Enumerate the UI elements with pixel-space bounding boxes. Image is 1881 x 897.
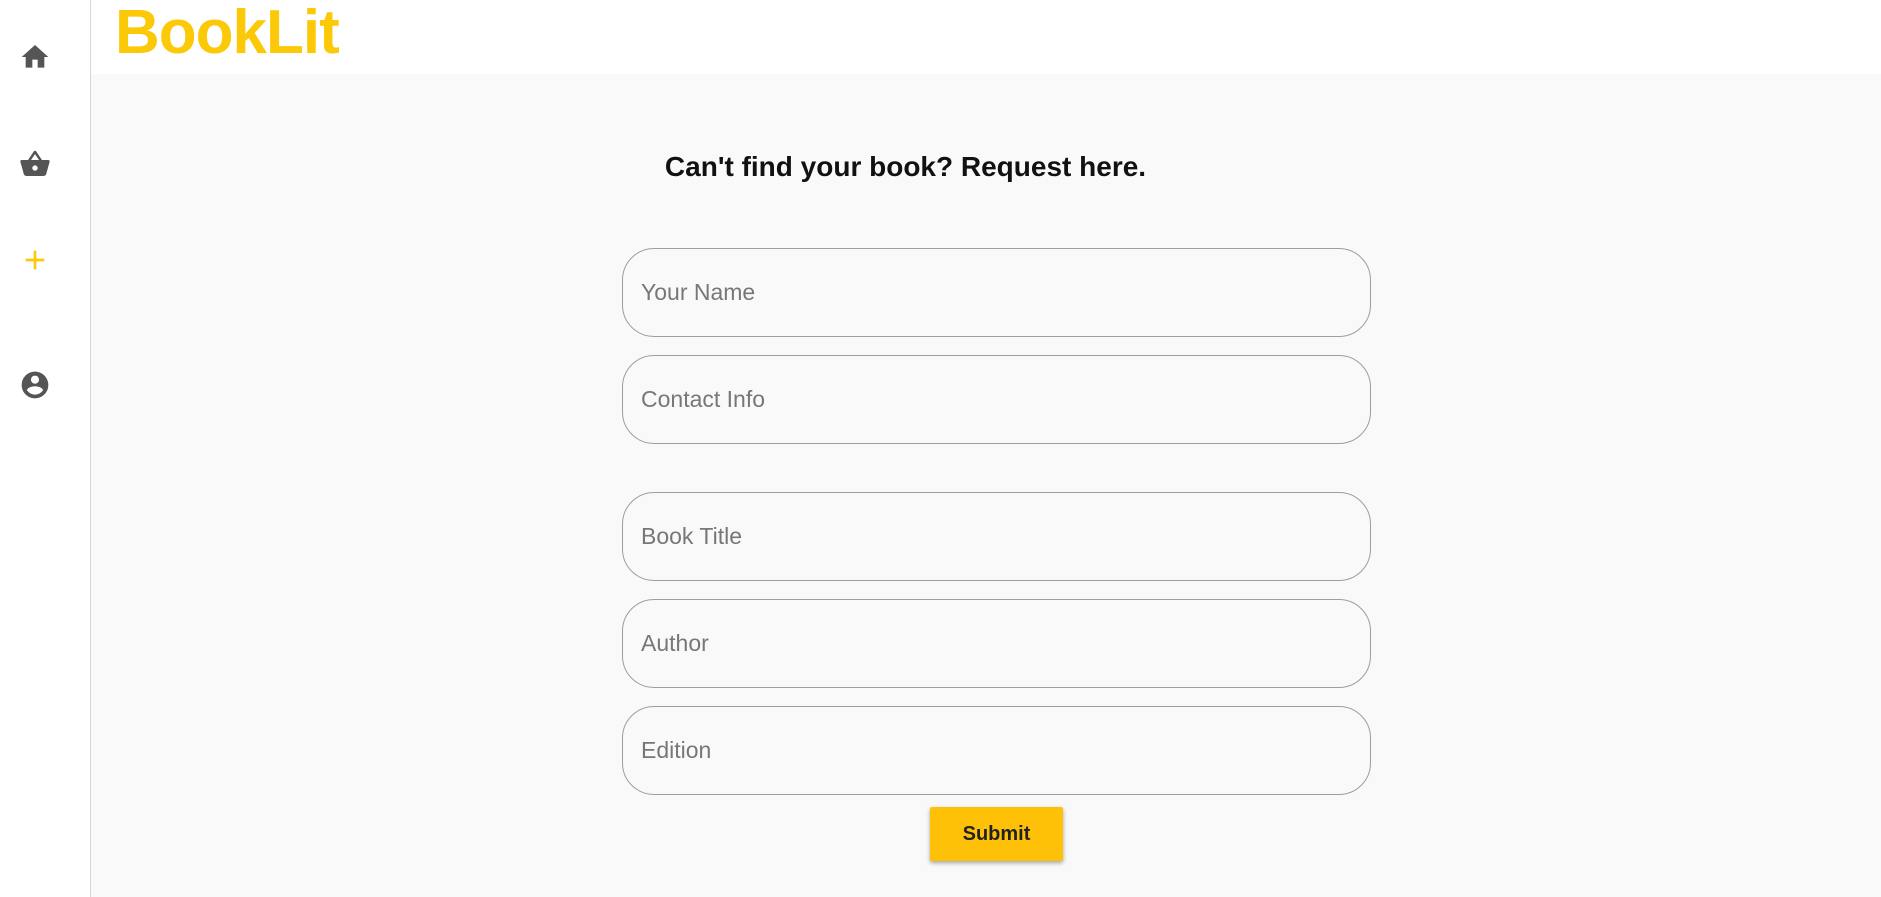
form-title: Can't find your book? Request here. <box>664 151 1147 182</box>
book-title-input[interactable] <box>622 492 1371 581</box>
top-header: BookLit <box>91 0 1881 74</box>
logo[interactable]: BookLit <box>115 0 340 68</box>
author-input[interactable] <box>622 599 1371 688</box>
home-icon[interactable] <box>19 41 51 73</box>
plus-icon[interactable] <box>19 244 51 276</box>
account-icon[interactable] <box>19 369 51 401</box>
sidebar-nav <box>0 0 91 897</box>
your-name-input[interactable] <box>622 248 1371 337</box>
contact-info-input[interactable] <box>622 355 1371 444</box>
edition-input[interactable] <box>622 706 1371 795</box>
submit-button[interactable]: Submit <box>930 807 1063 861</box>
request-form-area: Can't find your book? Request here. Subm… <box>91 74 1881 897</box>
